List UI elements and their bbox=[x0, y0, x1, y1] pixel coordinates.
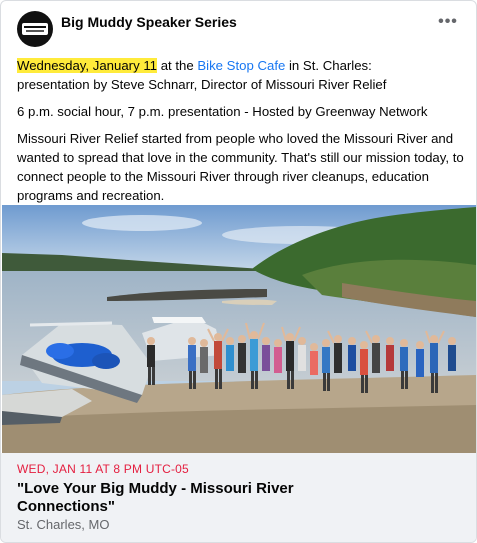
event-title[interactable]: "Love Your Big Muddy - Missouri River Co… bbox=[17, 480, 317, 516]
river-group-photo bbox=[2, 205, 476, 453]
text-fragment: at the bbox=[157, 58, 198, 73]
page-name[interactable]: Big Muddy Speaker Series bbox=[61, 14, 237, 30]
presenter-line: presentation by Steve Schnarr, Director … bbox=[17, 77, 387, 92]
event-date-highlight: Wednesday, January 11 bbox=[17, 58, 158, 73]
post-paragraph-schedule: 6 p.m. social hour, 7 p.m. presentation … bbox=[17, 104, 428, 119]
post-paragraph-event-intro: Wednesday, January 11 at the Bike Stop C… bbox=[17, 56, 469, 94]
post-card: Big Muddy Speaker Series ••• Wednesday, … bbox=[0, 0, 477, 543]
post-header: Big Muddy Speaker Series ••• bbox=[17, 11, 464, 51]
post-body: Wednesday, January 11 at the Bike Stop C… bbox=[17, 56, 469, 213]
text-fragment: in St. Charles: bbox=[285, 58, 372, 73]
more-options-icon[interactable]: ••• bbox=[436, 14, 460, 33]
event-datetime: WED, JAN 11 AT 8 PM UTC-05 bbox=[17, 462, 189, 476]
event-location: St. Charles, MO bbox=[17, 517, 110, 532]
event-info[interactable]: WED, JAN 11 AT 8 PM UTC-05 "Love Your Bi… bbox=[1, 453, 476, 542]
event-photo[interactable] bbox=[2, 205, 476, 453]
venue-link[interactable]: Bike Stop Cafe bbox=[197, 58, 285, 73]
post-paragraph-description: Missouri River Relief started from peopl… bbox=[17, 131, 464, 203]
page-avatar[interactable] bbox=[17, 11, 53, 47]
big-muddy-logo-icon bbox=[22, 23, 48, 35]
